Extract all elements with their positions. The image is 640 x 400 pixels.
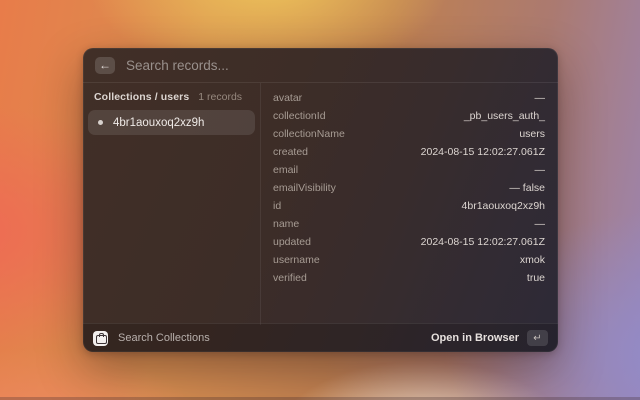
field-row: name — xyxy=(273,215,545,233)
back-button[interactable]: ← xyxy=(95,57,115,74)
field-value: — xyxy=(535,92,546,104)
field-label: id xyxy=(273,200,281,212)
record-list-item[interactable]: 4br1aouxoq2xz9h xyxy=(88,110,255,135)
field-value: _pb_users_auth_ xyxy=(464,110,545,122)
field-label: collectionId xyxy=(273,110,326,122)
field-label: verified xyxy=(273,272,307,284)
field-value: xmok xyxy=(520,254,545,266)
field-row: updated 2024-08-15 12:02:27.061Z xyxy=(273,233,545,251)
field-value: true xyxy=(527,272,545,284)
field-row: collectionName users xyxy=(273,125,545,143)
field-value: 4br1aouxoq2xz9h xyxy=(462,200,545,212)
breadcrumb: Collections / users xyxy=(94,91,189,103)
footer-command-label: Search Collections xyxy=(118,332,210,344)
field-row: created 2024-08-15 12:02:27.061Z xyxy=(273,143,545,161)
field-value: 2024-08-15 12:02:27.061Z xyxy=(421,146,545,158)
field-value: 2024-08-15 12:02:27.061Z xyxy=(421,236,545,248)
footer-left: Search Collections xyxy=(93,331,210,346)
field-label: collectionName xyxy=(273,128,345,140)
content-area: Collections / users 1 records 4br1aouxoq… xyxy=(83,83,558,325)
list-header: Collections / users 1 records xyxy=(88,91,255,110)
field-row: emailVisibility — false xyxy=(273,179,545,197)
footer-bar: Search Collections Open in Browser ↵ xyxy=(83,323,558,352)
field-row: username xmok xyxy=(273,251,545,269)
pocketbase-app-icon xyxy=(93,331,108,346)
arrow-left-icon: ← xyxy=(99,59,111,71)
field-row: email — xyxy=(273,161,545,179)
record-list-panel: Collections / users 1 records 4br1aouxoq… xyxy=(83,83,261,325)
record-count: 1 records xyxy=(198,91,242,103)
field-row: collectionId _pb_users_auth_ xyxy=(273,107,545,125)
field-label: emailVisibility xyxy=(273,182,336,194)
field-label: email xyxy=(273,164,298,176)
field-label: username xyxy=(273,254,320,266)
field-row: id 4br1aouxoq2xz9h xyxy=(273,197,545,215)
command-palette-window: ← Search records... Collections / users … xyxy=(83,48,558,352)
primary-action-label: Open in Browser xyxy=(431,332,519,344)
field-value: — xyxy=(535,164,546,176)
search-input[interactable]: Search records... xyxy=(126,58,229,73)
primary-action[interactable]: Open in Browser ↵ xyxy=(431,330,548,346)
field-label: updated xyxy=(273,236,311,248)
record-id-label: 4br1aouxoq2xz9h xyxy=(113,117,204,129)
search-bar: ← Search records... xyxy=(83,48,558,83)
field-value: — xyxy=(535,218,546,230)
field-label: name xyxy=(273,218,299,230)
record-detail-panel: avatar — collectionId _pb_users_auth_ co… xyxy=(261,83,558,325)
field-value: — false xyxy=(509,182,545,194)
record-bullet-icon xyxy=(98,120,103,125)
field-row: avatar — xyxy=(273,89,545,107)
field-value: users xyxy=(519,128,545,140)
field-row: verified true xyxy=(273,269,545,287)
field-label: avatar xyxy=(273,92,302,104)
field-label: created xyxy=(273,146,308,158)
return-key-icon: ↵ xyxy=(527,330,548,346)
